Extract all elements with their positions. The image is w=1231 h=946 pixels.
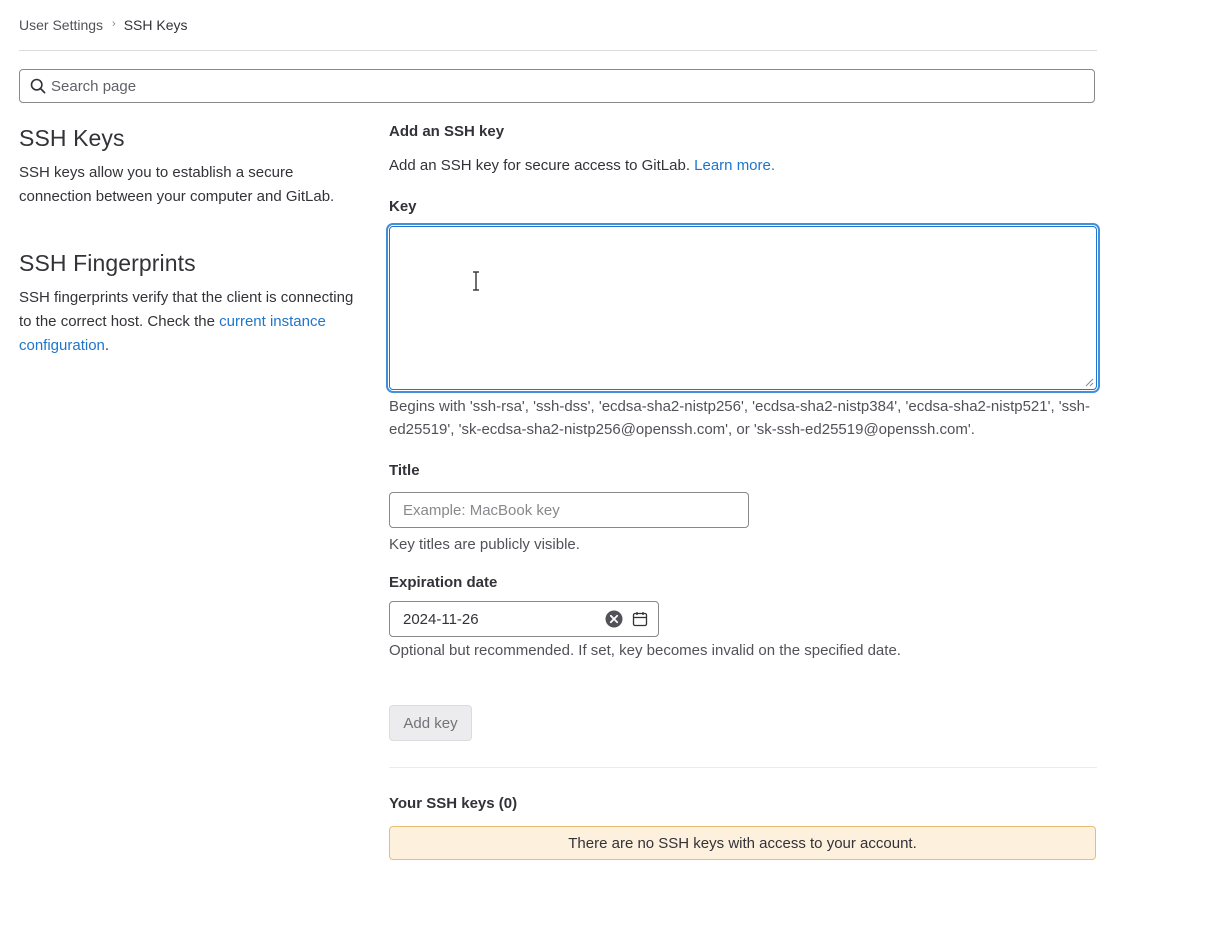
- ssh-keys-description: SSH keys allow you to establish a secure…: [19, 164, 335, 205]
- expiration-date-label: Expiration date: [389, 574, 498, 591]
- breadcrumb-separator-icon: ›: [112, 17, 116, 30]
- add-ssh-key-form: Add an SSH key Add an SSH key for secure…: [389, 120, 1097, 860]
- section-divider: [389, 767, 1097, 768]
- breadcrumb-ssh-keys[interactable]: SSH Keys: [124, 17, 188, 33]
- search-icon: [29, 77, 47, 95]
- search-box[interactable]: [19, 69, 1095, 103]
- ssh-keys-page: User Settings › SSH Keys SSH Keys SSH ke…: [0, 0, 1231, 946]
- form-intro-text: Add an SSH key for secure access to GitL…: [389, 157, 695, 174]
- add-key-button[interactable]: Add key: [389, 705, 472, 741]
- fingerprints-text-end: .: [104, 337, 110, 354]
- clear-date-icon[interactable]: [605, 610, 623, 628]
- breadcrumb: User Settings › SSH Keys: [19, 16, 188, 34]
- ssh-fingerprints-description: SSH fingerprints verify that the client …: [19, 286, 364, 358]
- breadcrumb-user-settings[interactable]: User Settings: [19, 17, 103, 33]
- key-label: Key: [389, 198, 417, 215]
- your-ssh-keys-heading: Your SSH keys (0): [389, 795, 518, 812]
- key-textarea[interactable]: [389, 226, 1097, 390]
- ssh-keys-title: SSH Keys: [19, 125, 125, 151]
- learn-more-link[interactable]: Learn more.: [694, 157, 775, 174]
- title-label: Title: [389, 462, 420, 479]
- text-cursor-icon: [473, 271, 479, 291]
- title-help-text: Key titles are publicly visible.: [389, 536, 580, 553]
- header-divider: [19, 50, 1097, 51]
- ssh-keys-section-info: SSH Keys SSH keys allow you to establish…: [19, 120, 364, 209]
- expiration-date-picker[interactable]: 2024-11-26: [389, 601, 659, 637]
- calendar-icon[interactable]: [631, 610, 649, 628]
- title-input[interactable]: [389, 492, 749, 528]
- form-intro: Add an SSH key for secure access to GitL…: [389, 154, 1097, 178]
- form-heading: Add an SSH key: [389, 123, 505, 140]
- ssh-fingerprints-title: SSH Fingerprints: [19, 250, 196, 276]
- ssh-fingerprints-section-info: SSH Fingerprints SSH fingerprints verify…: [19, 245, 364, 358]
- search-input[interactable]: [51, 71, 1094, 101]
- key-help-text: Begins with 'ssh-rsa', 'ssh-dss', 'ecdsa…: [389, 398, 1091, 438]
- expiration-date-input[interactable]: 2024-11-26: [390, 611, 605, 628]
- no-keys-alert: There are no SSH keys with access to you…: [389, 826, 1096, 860]
- resize-grip-icon[interactable]: [1084, 377, 1094, 387]
- expiration-help-text: Optional but recommended. If set, key be…: [389, 642, 901, 659]
- settings-description-column: SSH Keys SSH keys allow you to establish…: [19, 120, 364, 358]
